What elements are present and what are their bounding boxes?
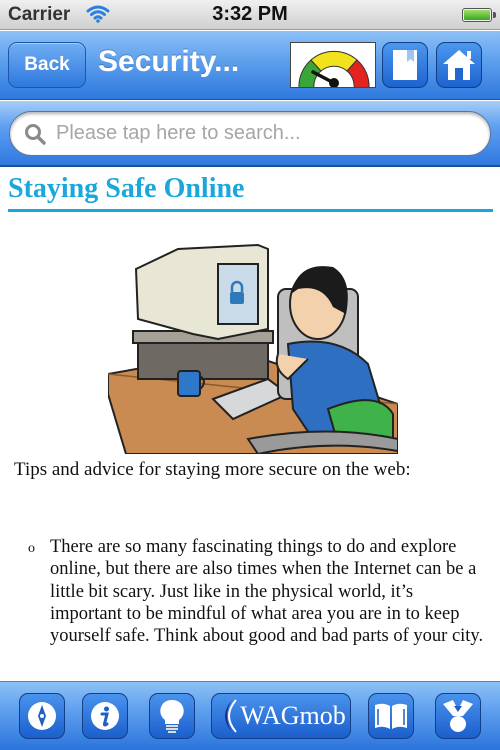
wagmob-button[interactable]: WAGmob bbox=[211, 693, 351, 739]
search-field[interactable] bbox=[9, 111, 491, 156]
compass-icon bbox=[28, 702, 56, 730]
share-icon bbox=[443, 700, 473, 732]
battery-icon bbox=[462, 8, 492, 22]
bullet-marker: o bbox=[28, 541, 35, 556]
nav-title: Security... bbox=[98, 45, 240, 78]
page-title: Staying Safe Online bbox=[8, 173, 245, 204]
home-button[interactable] bbox=[436, 42, 482, 88]
bullet-text: There are so many fascinating things to … bbox=[50, 537, 484, 647]
search-icon bbox=[25, 123, 46, 145]
share-button[interactable] bbox=[435, 693, 481, 739]
bookmark-button[interactable] bbox=[382, 42, 428, 88]
book-button[interactable] bbox=[368, 693, 414, 739]
book-icon bbox=[375, 703, 407, 729]
computer-security-illustration bbox=[108, 243, 398, 454]
title-divider bbox=[8, 209, 493, 212]
intro-text: Tips and advice for staying more secure … bbox=[14, 459, 411, 480]
search-input[interactable] bbox=[56, 122, 476, 145]
home-icon bbox=[443, 50, 475, 80]
gauge-icon bbox=[298, 50, 370, 87]
nav-bar: Back Security... bbox=[0, 31, 500, 100]
lightbulb-icon bbox=[160, 699, 184, 733]
back-button[interactable]: Back bbox=[8, 42, 86, 88]
wagmob-label: WAGmob bbox=[240, 701, 346, 730]
tips-button[interactable] bbox=[149, 693, 195, 739]
status-bar: Carrier 3:32 PM bbox=[0, 0, 500, 30]
battery-tip bbox=[493, 12, 496, 18]
info-button[interactable] bbox=[82, 693, 128, 739]
info-icon bbox=[91, 702, 119, 730]
bookmark-icon bbox=[393, 50, 417, 80]
clock: 3:32 PM bbox=[212, 3, 288, 25]
gauge-button[interactable] bbox=[290, 42, 376, 88]
wagmob-logo-icon bbox=[225, 699, 238, 733]
content-area[interactable]: Staying Safe Online Tips and advice for … bbox=[0, 169, 500, 680]
bottom-toolbar: WAGmob bbox=[0, 681, 500, 750]
compass-button[interactable] bbox=[19, 693, 65, 739]
bullet-list-item: o There are so many fascinating things t… bbox=[28, 536, 488, 647]
search-bar bbox=[0, 101, 500, 167]
